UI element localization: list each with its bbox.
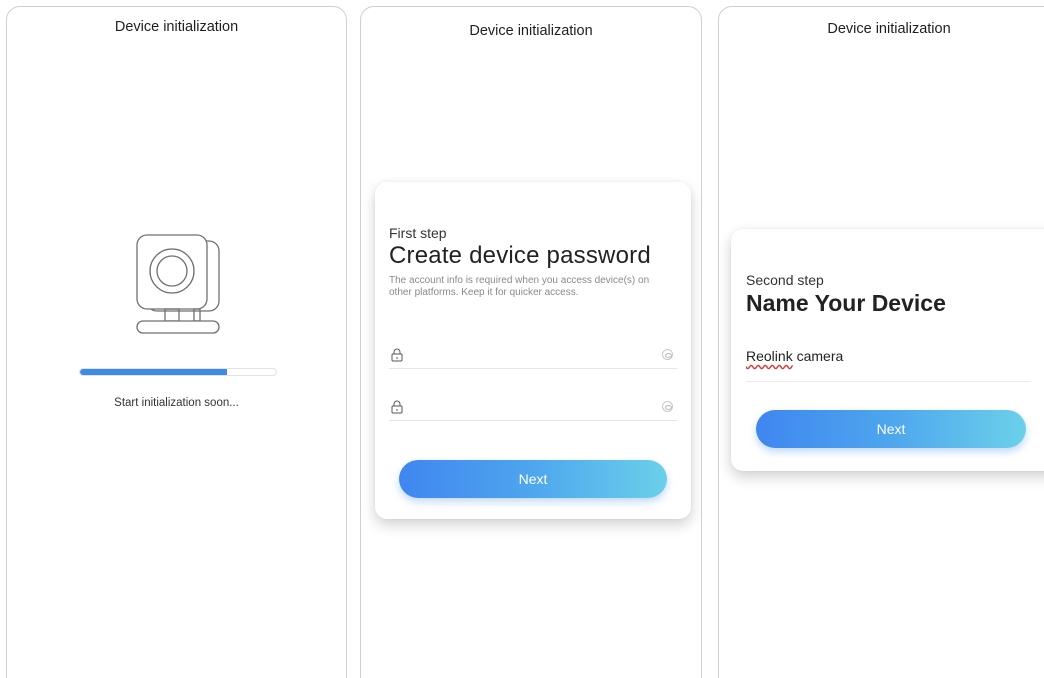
screen-title: Device initialization xyxy=(827,21,951,37)
show-password-icon[interactable] xyxy=(662,401,673,412)
name-device-card: Second step Name Your Device Reolink cam… xyxy=(731,229,1044,471)
lock-icon xyxy=(391,400,403,414)
lock-icon xyxy=(391,348,403,362)
name-device-screen: Device initialization Second step Name Y… xyxy=(718,6,1044,678)
step-description: The account info is required when you ac… xyxy=(389,275,650,298)
camera-icon xyxy=(136,234,220,334)
confirm-password-field[interactable] xyxy=(389,393,677,421)
init-progress-screen: Device initialization Start initializati… xyxy=(6,6,347,678)
step-heading: Name Your Device xyxy=(746,290,946,316)
screen-title: Device initialization xyxy=(469,23,593,39)
show-password-icon[interactable] xyxy=(662,349,673,360)
status-text: Start initialization soon... xyxy=(114,397,239,409)
step-heading: Create device password xyxy=(389,242,651,269)
password-card: First step Create device password The ac… xyxy=(375,182,691,519)
create-password-screen: Device initialization First step Create … xyxy=(360,6,702,678)
next-button[interactable]: Next xyxy=(399,460,667,498)
next-button[interactable]: Next xyxy=(756,410,1026,448)
step-label: Second step xyxy=(746,272,824,288)
device-name-rest: camera xyxy=(792,348,844,364)
device-name-input[interactable]: Reolink camera xyxy=(746,348,1031,382)
progress-fill xyxy=(80,369,227,375)
password-field[interactable] xyxy=(389,341,677,369)
screen-title: Device initialization xyxy=(114,19,239,35)
device-name-brand: Reolink xyxy=(746,348,793,364)
step-label: First step xyxy=(389,225,447,241)
progress-bar xyxy=(79,368,277,376)
